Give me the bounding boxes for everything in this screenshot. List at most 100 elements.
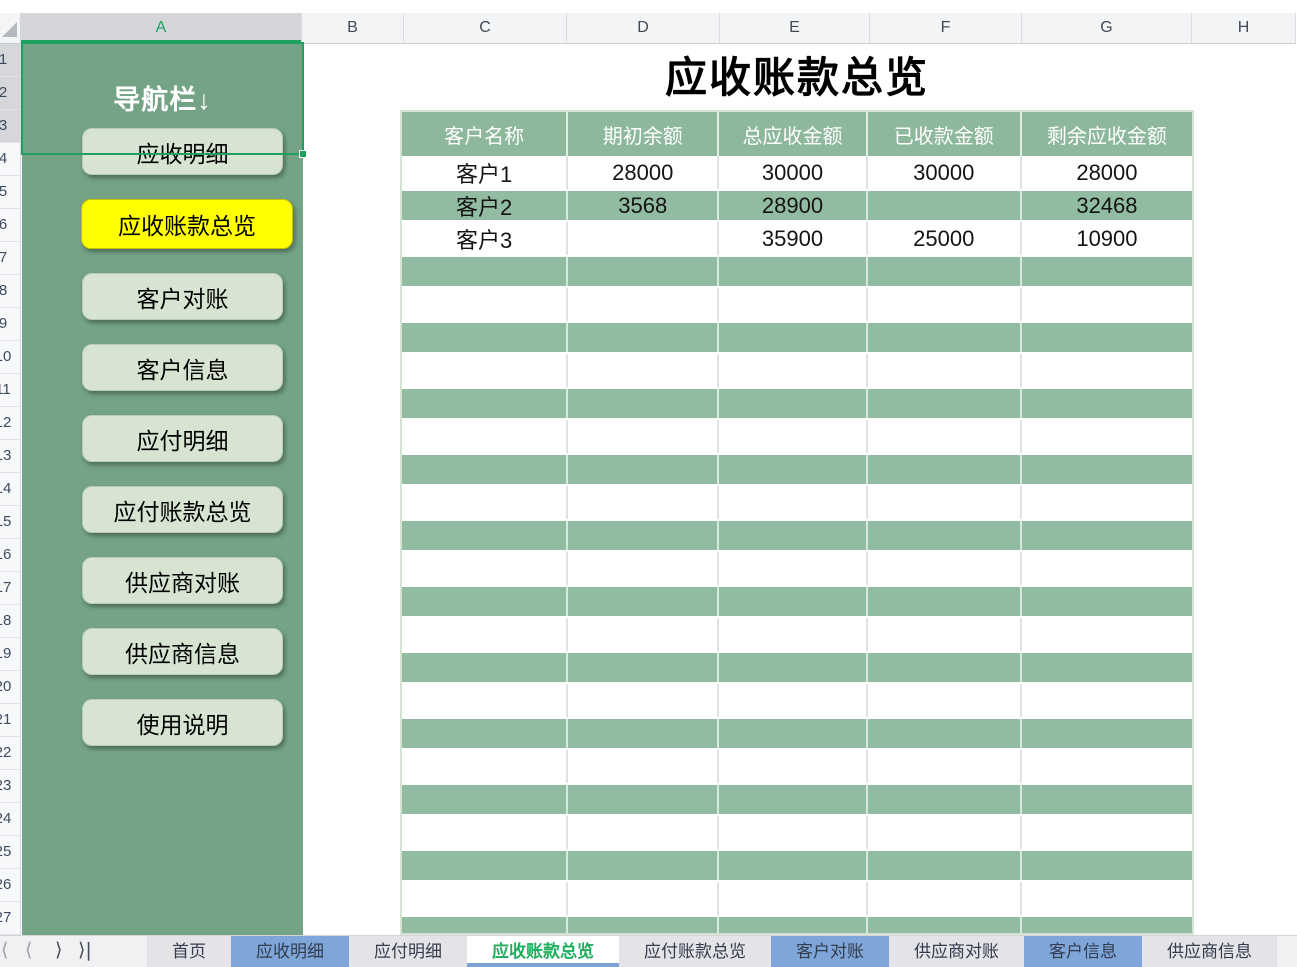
row-number-21[interactable]: 21 bbox=[0, 704, 21, 737]
table-cell[interactable] bbox=[568, 653, 719, 682]
table-cell[interactable] bbox=[402, 917, 568, 935]
table-cell[interactable] bbox=[1022, 587, 1192, 616]
table-cell[interactable] bbox=[719, 816, 867, 849]
table-cell[interactable]: 28000 bbox=[568, 156, 719, 189]
table-cell[interactable] bbox=[719, 750, 867, 783]
table-cell[interactable] bbox=[1022, 521, 1192, 550]
table-cell[interactable] bbox=[719, 455, 867, 484]
table-cell[interactable]: 30000 bbox=[868, 156, 1022, 189]
table-cell[interactable] bbox=[1022, 785, 1192, 814]
table-cell[interactable] bbox=[1022, 420, 1192, 453]
sidebar-button-6[interactable]: 应付账款总览 bbox=[82, 486, 283, 533]
table-cell[interactable] bbox=[402, 882, 568, 915]
table-cell[interactable] bbox=[568, 288, 719, 321]
table-cell[interactable] bbox=[868, 719, 1022, 748]
table-cell[interactable] bbox=[402, 486, 568, 519]
sidebar-button-5[interactable]: 应付明细 bbox=[82, 415, 283, 462]
table-cell[interactable] bbox=[719, 719, 867, 748]
table-cell[interactable] bbox=[719, 486, 867, 519]
table-cell[interactable] bbox=[719, 618, 867, 651]
sidebar-button-7[interactable]: 供应商对账 bbox=[82, 557, 283, 604]
table-cell[interactable]: 客户1 bbox=[402, 156, 568, 189]
table-cell[interactable] bbox=[868, 323, 1022, 352]
table-cell[interactable] bbox=[402, 684, 568, 717]
table-cell[interactable] bbox=[568, 750, 719, 783]
table-cell[interactable] bbox=[868, 257, 1022, 286]
row-number-17[interactable]: 17 bbox=[0, 572, 21, 605]
table-cell[interactable] bbox=[1022, 816, 1192, 849]
report-title[interactable]: 应收账款总览 bbox=[400, 52, 1194, 104]
table-cell[interactable] bbox=[568, 882, 719, 915]
table-cell[interactable] bbox=[402, 552, 568, 585]
row-number-25[interactable]: 25 bbox=[0, 836, 21, 869]
sheet-tab-4[interactable]: 应收账款总览 bbox=[467, 936, 619, 967]
sidebar-button-8[interactable]: 供应商信息 bbox=[82, 628, 283, 675]
table-cell[interactable] bbox=[568, 486, 719, 519]
table-cell[interactable] bbox=[568, 851, 719, 880]
row-number-20[interactable]: 20 bbox=[0, 671, 21, 704]
table-cell[interactable] bbox=[402, 750, 568, 783]
row-number-26[interactable]: 26 bbox=[0, 869, 21, 902]
table-cell[interactable] bbox=[1022, 486, 1192, 519]
table-cell[interactable] bbox=[568, 257, 719, 286]
table-cell[interactable]: 28000 bbox=[1022, 156, 1192, 189]
row-number-14[interactable]: 14 bbox=[0, 473, 21, 506]
table-cell[interactable] bbox=[1022, 455, 1192, 484]
table-cell[interactable] bbox=[568, 323, 719, 352]
table-cell[interactable] bbox=[1022, 653, 1192, 682]
table-cell[interactable] bbox=[868, 618, 1022, 651]
table-cell[interactable] bbox=[1022, 750, 1192, 783]
table-cell[interactable] bbox=[1022, 354, 1192, 387]
table-cell[interactable] bbox=[719, 917, 867, 935]
row-number-10[interactable]: 10 bbox=[0, 341, 21, 374]
table-cell[interactable] bbox=[568, 816, 719, 849]
table-cell[interactable] bbox=[868, 851, 1022, 880]
table-cell[interactable] bbox=[719, 587, 867, 616]
table-cell[interactable]: 剩余应收金额 bbox=[1022, 112, 1192, 156]
row-number-7[interactable]: 7 bbox=[0, 242, 21, 275]
sheet-tab-7[interactable]: 供应商对账 bbox=[889, 936, 1024, 967]
table-cell[interactable] bbox=[568, 552, 719, 585]
table-cell[interactable]: 总应收金额 bbox=[719, 112, 867, 156]
table-cell[interactable] bbox=[1022, 719, 1192, 748]
table-cell[interactable] bbox=[868, 882, 1022, 915]
table-cell[interactable] bbox=[402, 323, 568, 352]
table-cell[interactable]: 30000 bbox=[719, 156, 867, 189]
table-cell[interactable] bbox=[719, 288, 867, 321]
table-cell[interactable] bbox=[719, 882, 867, 915]
table-cell[interactable]: 期初余额 bbox=[568, 112, 719, 156]
table-cell[interactable] bbox=[1022, 288, 1192, 321]
table-cell[interactable] bbox=[1022, 851, 1192, 880]
table-cell[interactable] bbox=[402, 521, 568, 550]
table-cell[interactable] bbox=[568, 389, 719, 418]
column-header-c[interactable]: C bbox=[404, 13, 567, 44]
table-cell[interactable] bbox=[568, 455, 719, 484]
table-cell[interactable] bbox=[868, 389, 1022, 418]
table-cell[interactable] bbox=[719, 684, 867, 717]
next-sheet-arrow-icon[interactable]: ⟩ bbox=[55, 936, 62, 967]
table-cell[interactable]: 25000 bbox=[868, 222, 1022, 255]
row-number-24[interactable]: 24 bbox=[0, 803, 21, 836]
table-cell[interactable]: 35900 bbox=[719, 222, 867, 255]
table-cell[interactable] bbox=[568, 684, 719, 717]
prev-sheet-arrow-icon[interactable]: ⟨ bbox=[25, 936, 32, 967]
table-cell[interactable] bbox=[868, 354, 1022, 387]
sheet-tab-8[interactable]: 客户信息 bbox=[1024, 936, 1142, 967]
last-sheet-arrow-icon[interactable]: ⟩| bbox=[78, 936, 92, 967]
table-cell[interactable] bbox=[402, 618, 568, 651]
sheet-tab-9[interactable]: 供应商信息 bbox=[1142, 936, 1277, 967]
table-cell[interactable] bbox=[568, 420, 719, 453]
table-cell[interactable] bbox=[1022, 684, 1192, 717]
table-cell[interactable] bbox=[868, 785, 1022, 814]
table-cell[interactable] bbox=[868, 455, 1022, 484]
table-cell[interactable] bbox=[719, 354, 867, 387]
column-header-g[interactable]: G bbox=[1022, 13, 1192, 44]
table-cell[interactable] bbox=[868, 486, 1022, 519]
table-cell[interactable] bbox=[568, 521, 719, 550]
table-cell[interactable] bbox=[1022, 618, 1192, 651]
table-cell[interactable] bbox=[719, 257, 867, 286]
row-number-18[interactable]: 18 bbox=[0, 605, 21, 638]
table-cell[interactable] bbox=[402, 816, 568, 849]
select-all-corner[interactable] bbox=[0, 13, 21, 44]
row-number-13[interactable]: 13 bbox=[0, 440, 21, 473]
